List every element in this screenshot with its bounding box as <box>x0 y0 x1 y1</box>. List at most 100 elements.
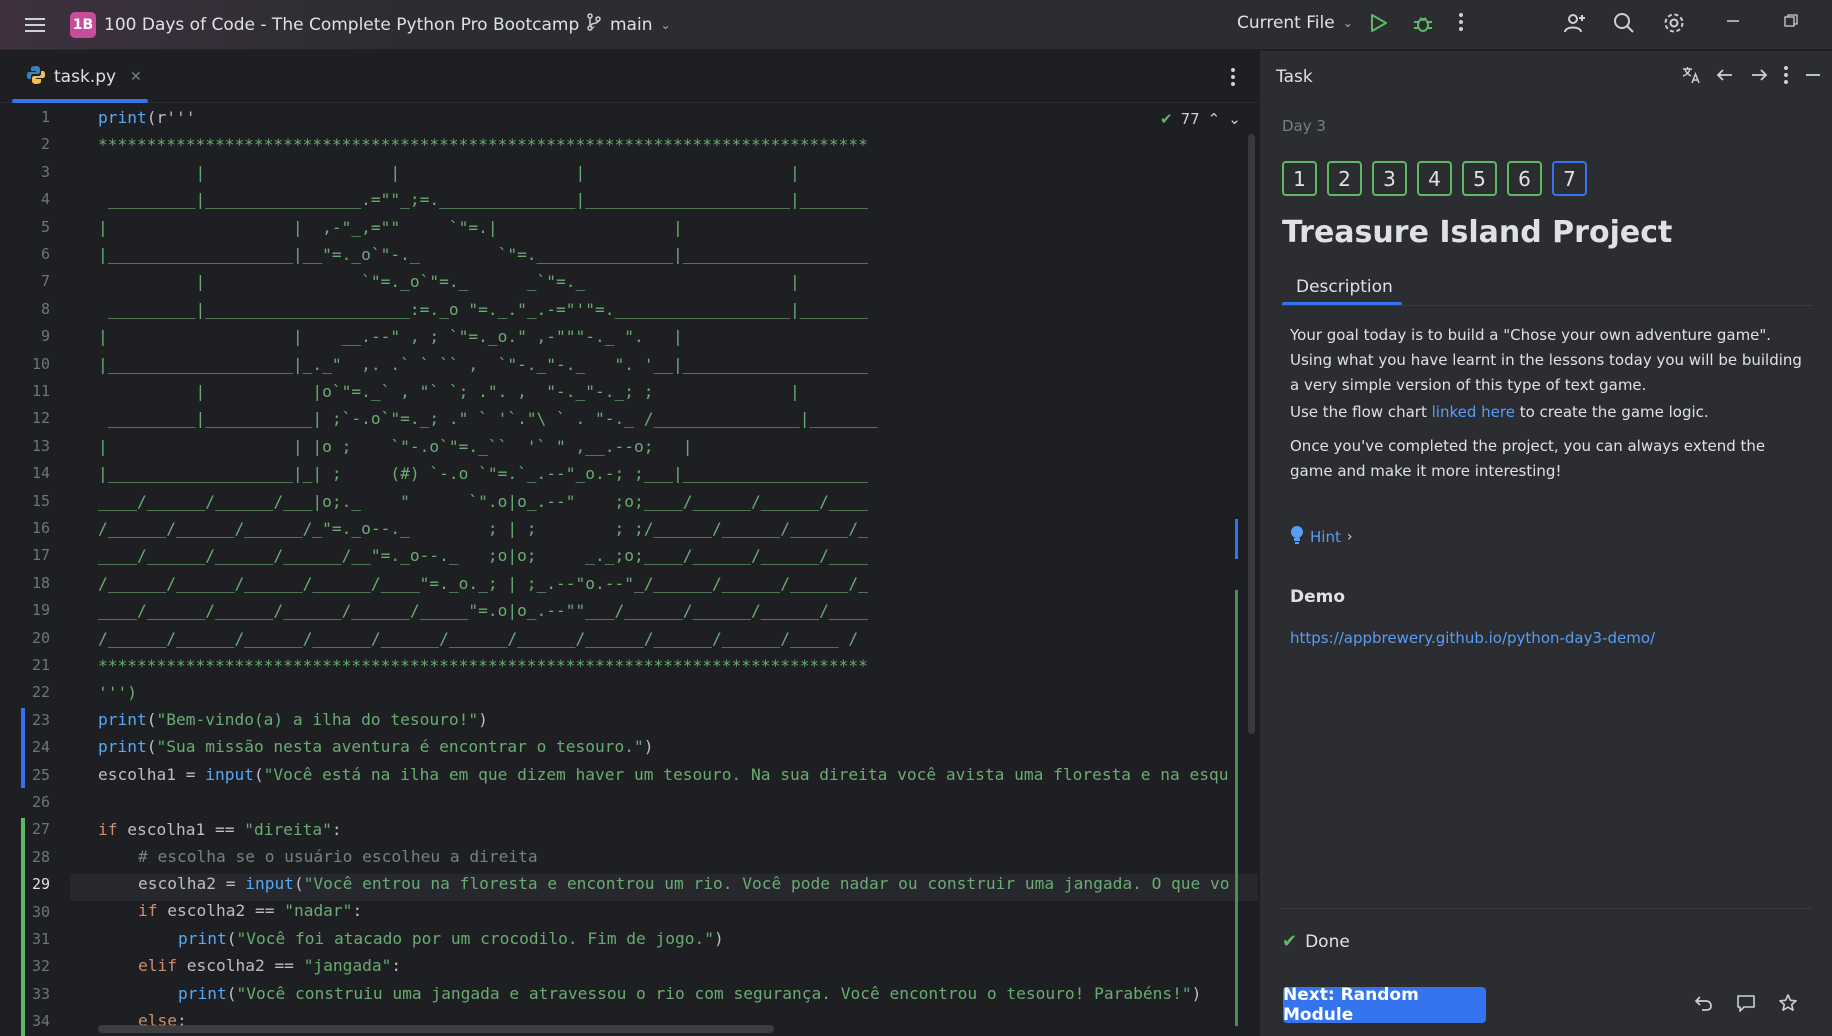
added-lines-marker <box>21 818 25 1036</box>
comment-icon[interactable] <box>1736 993 1756 1017</box>
chevron-up-icon[interactable]: ⌃ <box>1208 110 1221 128</box>
add-user-icon[interactable] <box>1563 11 1587 35</box>
code-line: print("Você construiu uma jangada e atra… <box>178 984 1202 1003</box>
debug-icon[interactable] <box>1412 12 1434 34</box>
task-steps: 1234567 <box>1282 161 1587 196</box>
active-tab-indicator <box>12 99 148 103</box>
line-number: 25 <box>31 765 50 784</box>
code-line: ____/______/______/______/______/_____"=… <box>98 601 868 621</box>
tab-description[interactable]: Description <box>1282 269 1402 305</box>
arrow-right-icon[interactable] <box>1749 65 1769 90</box>
task-step-5[interactable]: 5 <box>1462 161 1497 196</box>
code-line: _________|________________.=""_;=.______… <box>98 190 868 210</box>
code-line: print("Você foi atacado por um crocodilo… <box>178 929 724 948</box>
tab-options-icon[interactable] <box>1230 67 1236 91</box>
arrow-left-icon[interactable] <box>1715 65 1735 90</box>
line-number: 3 <box>40 162 50 181</box>
project-selector[interactable]: 1B 100 Days of Code - The Complete Pytho… <box>70 12 597 38</box>
task-step-1[interactable]: 1 <box>1282 161 1317 196</box>
inspection-widget[interactable]: ✔ 77 ⌃ ⌄ <box>1160 110 1241 128</box>
restore-icon[interactable] <box>1784 14 1798 28</box>
line-number: 19 <box>31 601 50 620</box>
close-tab-icon[interactable]: ✕ <box>130 69 142 85</box>
code-line: | |o`"=._` , "` `; .". , "-._"-._; ; | <box>98 382 800 401</box>
task-step-6[interactable]: 6 <box>1507 161 1542 196</box>
task-header-icons <box>1681 65 1823 90</box>
code-line: /______/______/______/______/______/____… <box>98 628 859 648</box>
hint-toggle[interactable]: Hint › <box>1290 525 1352 549</box>
project-name: 100 Days of Code - The Complete Python P… <box>104 15 580 35</box>
changed-lines-marker <box>21 708 25 788</box>
line-number: 34 <box>31 1012 50 1031</box>
chevron-down-icon[interactable]: ⌄ <box>1228 110 1241 128</box>
line-number: 15 <box>31 491 50 510</box>
line-number: 27 <box>31 820 50 839</box>
search-icon[interactable] <box>1613 12 1635 34</box>
branch-selector[interactable]: main ⌄ <box>586 13 671 36</box>
code-editor[interactable]: 1 2 3 4 5 6 7 8 9 10 11 12 13 14 15 16 17 18 19 20 21 22 23 24 2… <box>0 104 1258 1036</box>
undo-icon[interactable] <box>1694 993 1714 1017</box>
code-line: | `"=._o`"=._ _`"=._ | <box>98 272 800 292</box>
star-icon[interactable] <box>1778 993 1798 1017</box>
tab-task-py[interactable]: task.py ✕ <box>12 51 148 103</box>
gear-icon[interactable] <box>1663 12 1685 34</box>
python-file-icon <box>26 65 46 89</box>
project-badge: 1B <box>70 12 96 38</box>
line-number: 22 <box>31 683 50 702</box>
task-panel: Task Day 3 1234567 Treasure Island Proje… <box>1259 51 1832 1036</box>
line-number: 2 <box>40 135 50 154</box>
code-line: |___________________|__"=._o`"-._ `"=.__… <box>98 245 868 264</box>
day-label: Day 3 <box>1282 117 1326 135</box>
line-number: 23 <box>31 710 50 729</box>
horizontal-scrollbar[interactable] <box>98 1025 774 1033</box>
code-line: print("Sua missão nesta aventura é encon… <box>98 737 654 756</box>
line-number: 1 <box>40 108 50 126</box>
lightbulb-icon <box>1290 525 1304 549</box>
task-step-4[interactable]: 4 <box>1417 161 1452 196</box>
line-number: 4 <box>40 190 50 209</box>
line-number: 16 <box>31 519 50 537</box>
minimize-icon[interactable] <box>1726 14 1740 28</box>
line-number: 5 <box>40 217 50 236</box>
description-paragraph: Use the flow chart linked here to create… <box>1290 403 1709 421</box>
editor-tab-bar: task.py ✕ <box>0 51 1258 103</box>
code-line: ____/______/______/______/__"=._o--._ ;o… <box>98 546 868 566</box>
demo-heading: Demo <box>1290 587 1346 607</box>
vertical-scrollbar[interactable] <box>1248 134 1255 734</box>
hide-panel-icon[interactable] <box>1803 65 1823 90</box>
translate-icon[interactable] <box>1681 65 1701 90</box>
code-line: ____/______/______/___|o;._ " `".o|o_.--… <box>98 491 868 511</box>
branch-name: main <box>610 14 653 35</box>
more-icon[interactable] <box>1783 65 1789 90</box>
scroll-marker <box>1235 590 1238 1026</box>
chevron-right-icon: › <box>1346 529 1353 545</box>
code-line: print("Bem-vindo(a) a ilha do tesouro!") <box>98 710 488 729</box>
run-icon[interactable] <box>1370 13 1388 33</box>
code-line: | | __.--" , ; `"=._o." ,-"""-._ ". | <box>98 327 683 347</box>
more-icon[interactable] <box>1458 12 1464 32</box>
task-step-2[interactable]: 2 <box>1327 161 1362 196</box>
title-bar: 1B 100 Days of Code - The Complete Pytho… <box>0 0 1832 50</box>
task-step-3[interactable]: 3 <box>1372 161 1407 196</box>
line-number: 10 <box>31 354 50 373</box>
code-line: print(r''' <box>98 108 196 127</box>
line-number: 18 <box>31 573 50 592</box>
inspection-count: 77 <box>1180 110 1200 128</box>
flow-chart-link[interactable]: linked here <box>1432 403 1515 421</box>
next-task-button[interactable]: Next: Random Module <box>1283 985 1486 1025</box>
task-panel-title: Task <box>1276 67 1313 87</box>
task-step-7[interactable]: 7 <box>1552 161 1587 196</box>
task-panel-header: Task <box>1260 51 1832 103</box>
line-number: 20 <box>31 628 50 647</box>
chevron-down-icon: ⌄ <box>660 17 671 32</box>
code-line: | | | | <box>98 162 800 182</box>
line-number: 33 <box>31 984 50 1003</box>
run-config-selector[interactable]: Current File ⌄ <box>1237 13 1353 33</box>
hamburger-icon[interactable] <box>22 12 48 38</box>
chevron-down-icon: ⌄ <box>1342 16 1353 30</box>
line-number: 17 <box>31 546 50 565</box>
demo-link[interactable]: https://appbrewery.github.io/python-day3… <box>1290 629 1655 647</box>
line-number: 30 <box>31 902 50 921</box>
code-line: ****************************************… <box>98 656 868 675</box>
line-number: 32 <box>31 957 50 976</box>
